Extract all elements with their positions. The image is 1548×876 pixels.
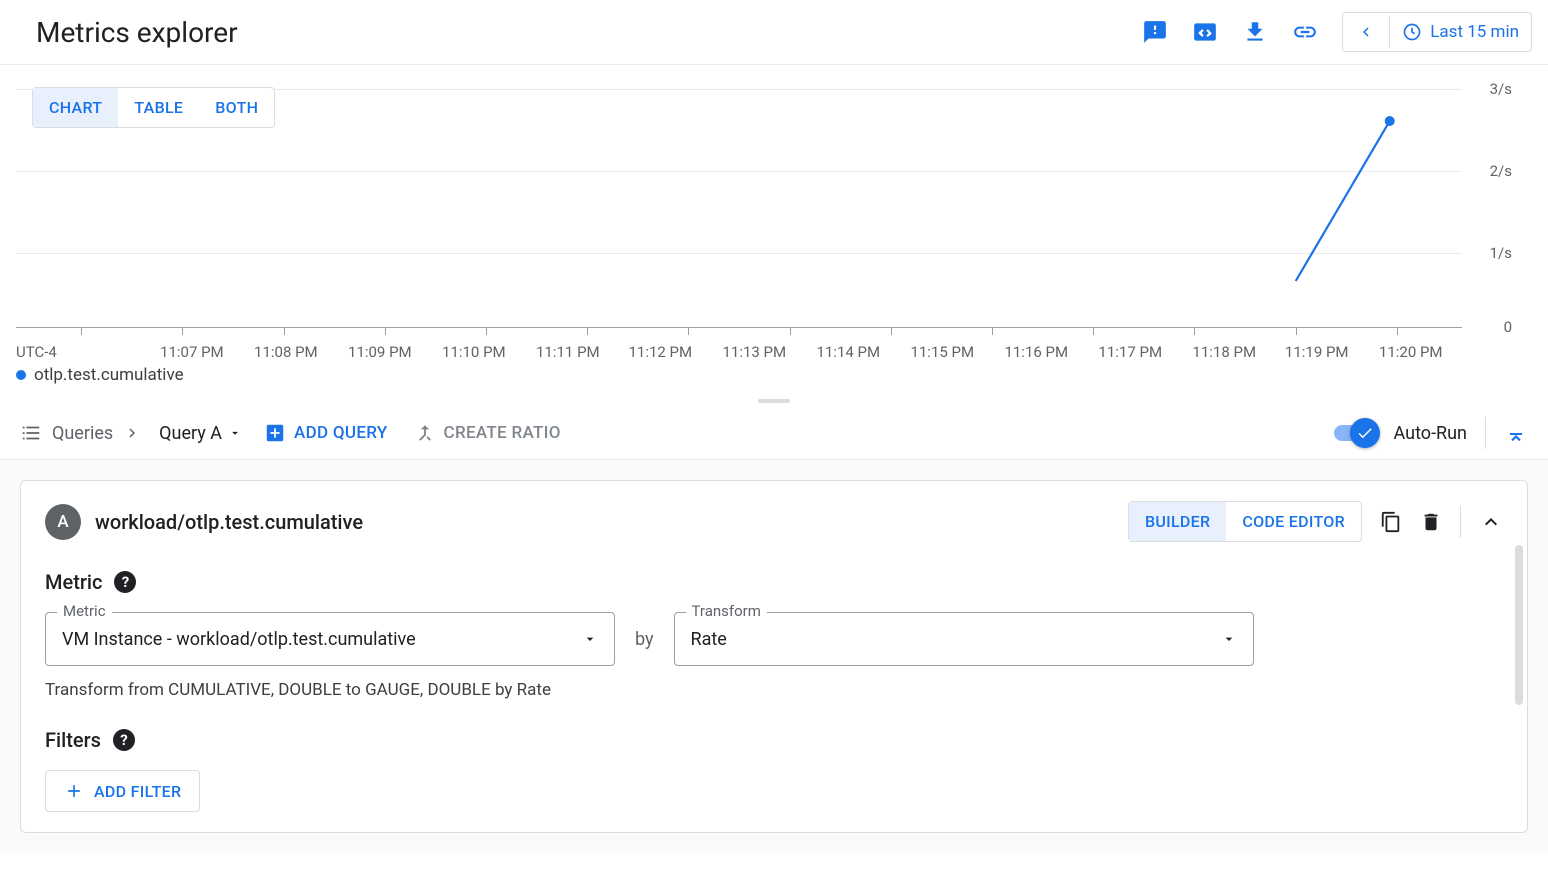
time-range-picker[interactable]: Last 15 min [1342, 12, 1532, 52]
copy-icon[interactable] [1380, 511, 1402, 533]
x-tick: 11:16 PM [1004, 343, 1068, 361]
filters-section-label: Filters [45, 728, 101, 752]
metric-select[interactable]: VM Instance - workload/otlp.test.cumulat… [45, 612, 615, 666]
metric-section-label: Metric [45, 570, 102, 594]
dropdown-icon [1221, 631, 1237, 647]
y-tick: 2/s [1490, 162, 1512, 180]
queries-breadcrumb[interactable]: Queries [20, 422, 141, 444]
transform-select[interactable]: Rate [674, 612, 1254, 666]
code-icon[interactable] [1192, 19, 1218, 45]
x-tick: 11:14 PM [816, 343, 880, 361]
tab-both[interactable]: BOTH [199, 88, 274, 127]
clock-icon [1402, 22, 1422, 42]
add-filter-button[interactable]: ADD FILTER [45, 770, 200, 812]
create-ratio-button[interactable]: CREATE RATIO [410, 418, 565, 448]
list-icon [20, 422, 42, 444]
x-tick: 11:10 PM [442, 343, 506, 361]
y-tick: 1/s [1490, 244, 1512, 262]
dropdown-icon [582, 631, 598, 647]
x-tick: 11:18 PM [1192, 343, 1256, 361]
transform-hint: Transform from CUMULATIVE, DOUBLE to GAU… [45, 680, 1503, 700]
x-tick: 11:20 PM [1379, 343, 1443, 361]
plus-box-icon [264, 422, 286, 444]
help-icon[interactable]: ? [114, 571, 136, 593]
dropdown-icon [228, 426, 242, 440]
add-query-button[interactable]: ADD QUERY [260, 418, 392, 448]
scrollbar[interactable] [1515, 545, 1523, 705]
time-back-button[interactable] [1343, 15, 1390, 49]
tab-table[interactable]: TABLE [118, 88, 199, 127]
delete-icon[interactable] [1420, 511, 1442, 533]
legend-dot [16, 370, 26, 380]
x-tick: 11:09 PM [348, 343, 412, 361]
check-icon [1356, 424, 1374, 442]
chart-legend[interactable]: otlp.test.cumulative [16, 361, 1532, 395]
query-badge: A [45, 504, 81, 540]
plus-icon [64, 781, 84, 801]
by-label: by [635, 629, 654, 650]
tab-builder[interactable]: BUILDER [1129, 502, 1226, 541]
feedback-icon[interactable] [1142, 19, 1168, 45]
tab-code-editor[interactable]: CODE EDITOR [1226, 502, 1361, 541]
mode-tabs: BUILDER CODE EDITOR [1128, 501, 1362, 542]
metric-field-label: Metric [57, 602, 112, 620]
x-tick: 11:15 PM [910, 343, 974, 361]
timezone-label: UTC-4 [16, 343, 57, 361]
transform-field-label: Transform [686, 602, 767, 620]
tab-chart[interactable]: CHART [33, 88, 118, 127]
x-tick: 11:07 PM [160, 343, 224, 361]
query-name: workload/otlp.test.cumulative [95, 510, 363, 534]
view-tabs: CHART TABLE BOTH [32, 87, 275, 128]
page-title: Metrics explorer [36, 16, 238, 49]
y-tick: 3/s [1490, 80, 1512, 98]
resize-handle[interactable] [0, 395, 1548, 407]
x-tick: 11:12 PM [628, 343, 692, 361]
auto-run-toggle[interactable] [1334, 425, 1376, 441]
help-icon[interactable]: ? [113, 729, 135, 751]
query-select[interactable]: Query A [159, 423, 242, 444]
x-tick: 11:13 PM [722, 343, 786, 361]
x-tick: 11:11 PM [536, 343, 600, 361]
merge-icon [414, 422, 436, 444]
chevron-right-icon [123, 424, 141, 442]
y-tick: 0 [1504, 318, 1512, 336]
download-icon[interactable] [1242, 19, 1268, 45]
legend-label: otlp.test.cumulative [34, 365, 184, 385]
query-card: A workload/otlp.test.cumulative BUILDER … [20, 480, 1528, 833]
auto-run-label: Auto-Run [1394, 423, 1467, 444]
x-tick: 11:19 PM [1285, 343, 1349, 361]
link-icon[interactable] [1292, 19, 1318, 45]
collapse-card-icon[interactable] [1479, 510, 1503, 534]
time-range-select[interactable]: Last 15 min [1390, 14, 1531, 50]
x-tick: 11:17 PM [1098, 343, 1162, 361]
x-tick: 11:08 PM [254, 343, 318, 361]
collapse-icon[interactable] [1504, 421, 1528, 445]
